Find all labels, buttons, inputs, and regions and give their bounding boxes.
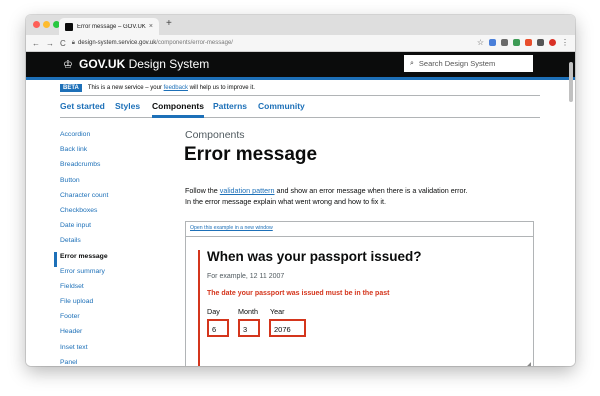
sidenav-item[interactable]: Date input (54, 221, 174, 236)
day-label: Day (207, 307, 220, 316)
extension-icon[interactable] (501, 39, 508, 46)
error-border (198, 250, 200, 366)
product-name: Design System (128, 57, 210, 71)
validation-pattern-link[interactable]: validation pattern (220, 186, 275, 195)
nav-get-started[interactable]: Get started (60, 101, 105, 111)
sidenav-item[interactable]: Accordion (54, 130, 174, 145)
sidenav-item[interactable]: Footer (54, 312, 174, 327)
brand-name: GOV.UK (79, 57, 126, 71)
beta-tag: BETA (60, 83, 82, 92)
page-caption: Components (185, 129, 245, 141)
page-scrollbar[interactable] (569, 62, 573, 102)
back-button[interactable]: ← (32, 39, 40, 48)
minimize-window-button[interactable] (43, 21, 50, 28)
crown-icon: ♔ (63, 59, 73, 71)
nav-patterns[interactable]: Patterns (213, 101, 247, 111)
site-header: ♔ GOV.UK Design System ⌕ Search Design S… (26, 52, 575, 77)
sidenav-item[interactable]: Fieldset (54, 282, 174, 297)
intro-text: and show an error message when there is … (274, 186, 468, 195)
year-label: Year (270, 307, 285, 316)
tab-close-icon[interactable]: × (149, 23, 153, 30)
sidenav-item[interactable]: Inset text (54, 343, 174, 358)
reload-button[interactable]: C (60, 39, 66, 48)
govuk-favicon-icon (65, 22, 73, 31)
example-divider (186, 236, 533, 237)
resize-handle-icon[interactable]: ◢ (526, 361, 531, 366)
open-example-link[interactable]: Open this example in a new window (190, 225, 273, 231)
close-window-button[interactable] (33, 21, 40, 28)
profile-avatar-icon[interactable] (549, 39, 556, 46)
search-input[interactable]: ⌕ Search Design System (404, 55, 533, 72)
extension-icon[interactable] (525, 39, 532, 46)
browser-window: Error message – GOV.UK Desig × + ← → C 🔒… (26, 15, 575, 366)
sidenav-item[interactable]: Error message (54, 251, 174, 267)
error-message: The date your passport was issued must b… (207, 290, 390, 297)
tab-title: Error message – GOV.UK Desig (77, 23, 146, 30)
sidenav-item[interactable]: Back link (54, 145, 174, 160)
extension-icon[interactable] (537, 39, 544, 46)
extension-icon[interactable] (489, 39, 496, 46)
hint-text: For example, 12 11 2007 (207, 273, 285, 280)
site-brand[interactable]: GOV.UK Design System (79, 57, 209, 71)
page-title: Error message (184, 144, 318, 165)
sidenav-item[interactable]: Panel (54, 358, 174, 366)
menu-icon[interactable]: ⋮ (561, 38, 569, 47)
phase-text-after: will help us to improve it. (187, 84, 255, 91)
search-icon: ⌕ (410, 59, 414, 67)
sidenav-item[interactable]: Character count (54, 191, 174, 206)
browser-toolbar: ← → C 🔒︎ design-system.service.gov.uk/co… (26, 35, 575, 52)
month-input[interactable]: 3 (238, 319, 260, 337)
lock-icon: 🔒︎ (71, 39, 75, 46)
address-bar[interactable]: 🔒︎ design-system.service.gov.uk/componen… (72, 40, 233, 47)
extension-area: ☆ ⋮ (477, 38, 569, 47)
component-side-nav: Accordion Back link Breadcrumbs Button Chara… (54, 130, 174, 366)
example-frame: Open this example in a new window When w… (185, 221, 534, 366)
phase-text-before: This is a new service – your (87, 84, 164, 91)
intro-text: Follow the (185, 186, 220, 195)
sidenav-item[interactable]: Header (54, 327, 174, 342)
url-host: design-system.service.gov.uk (77, 40, 157, 46)
sidenav-item[interactable]: Error summary (54, 267, 174, 282)
sidenav-item[interactable]: Button (54, 176, 174, 191)
top-navigation: Get started Styles Components Patterns C… (60, 96, 540, 118)
month-label: Month (238, 307, 258, 316)
sidenav-item[interactable]: Checkboxes (54, 206, 174, 221)
search-placeholder: Search Design System (418, 59, 496, 68)
phase-banner-text: This is a new service – your feedback wi… (88, 85, 255, 91)
browser-tab[interactable]: Error message – GOV.UK Desig × (59, 18, 159, 35)
forward-button[interactable]: → (46, 39, 54, 48)
nav-community[interactable]: Community (258, 101, 305, 111)
year-input[interactable]: 2076 (269, 319, 306, 337)
nav-styles[interactable]: Styles (115, 101, 140, 111)
url-path: /components/error-message/ (156, 40, 233, 46)
day-input[interactable]: 6 (207, 319, 229, 337)
intro-text: In the error message explain what went w… (185, 196, 386, 206)
sidenav-item[interactable]: File upload (54, 297, 174, 312)
bookmark-star-icon[interactable]: ☆ (477, 38, 484, 47)
phase-banner: BETA This is a new service – your feedba… (60, 80, 540, 96)
page-intro: Follow the validation pattern and show a… (185, 186, 515, 207)
sidenav-item[interactable]: Details (54, 236, 174, 251)
feedback-link[interactable]: feedback (164, 85, 188, 91)
web-page: ♔ GOV.UK Design System ⌕ Search Design S… (26, 52, 575, 366)
sidenav-item[interactable]: Breadcrumbs (54, 160, 174, 175)
question-heading: When was your passport issued? (207, 249, 422, 264)
nav-components[interactable]: Components (152, 101, 204, 118)
tab-bar: Error message – GOV.UK Desig × + (26, 15, 575, 35)
new-tab-button[interactable]: + (166, 18, 172, 29)
extension-icon[interactable] (513, 39, 520, 46)
